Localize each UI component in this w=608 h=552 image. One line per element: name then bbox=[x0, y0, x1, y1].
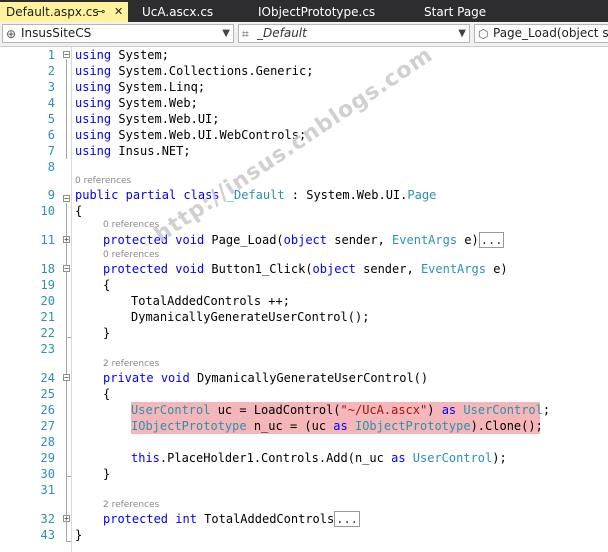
member-dropdown-value: Page_Load(object se bbox=[493, 26, 608, 40]
code-line: 43} bbox=[40, 528, 83, 542]
code-line: 19{ bbox=[40, 278, 111, 292]
codelens-references[interactable]: 2 references bbox=[103, 358, 159, 370]
tab-label: Default.aspx.cs bbox=[6, 5, 99, 19]
chevron-down-icon: ▼ bbox=[222, 28, 230, 39]
code-line: 30} bbox=[40, 467, 111, 481]
code-line: 31 bbox=[40, 483, 55, 497]
tab-start-page[interactable]: Start Page bbox=[424, 2, 486, 22]
code-line: 4 using System.Web; bbox=[47, 96, 198, 110]
code-line: 9 public partial class _Default : System.… bbox=[47, 188, 437, 202]
code-line-highlighted: 26 UserControl uc = LoadControl("~/UcA.as… bbox=[40, 402, 551, 418]
tab-default-aspx-cs[interactable]: Default.aspx.cs ⊸ ✕ bbox=[0, 2, 128, 22]
code-line: 1 using System; bbox=[47, 48, 169, 62]
method-icon: ⬡ bbox=[478, 27, 489, 41]
code-line: 20 TotalAddedControls ++; bbox=[40, 294, 290, 308]
tab-uca-ascx-cs[interactable]: UcA.ascx.cs bbox=[142, 2, 213, 22]
close-icon[interactable]: ✕ bbox=[114, 2, 123, 22]
code-line: 24 private void DymanicallyGenerateUserCo… bbox=[40, 371, 429, 385]
code-line: 22} bbox=[40, 326, 111, 340]
code-line: 23 bbox=[40, 342, 55, 356]
code-line: 8 bbox=[47, 160, 55, 174]
code-editor[interactable]: − − + − − + 1 using System; 2 using System… bbox=[0, 47, 608, 552]
code-line: 32 protected int TotalAddedControls... bbox=[40, 511, 360, 527]
code-line: 2 using System.Collections.Generic; bbox=[47, 64, 314, 78]
code-line: 3 using System.Linq; bbox=[47, 80, 206, 94]
class-icon: ⌗ bbox=[242, 27, 249, 41]
tab-iobjectprototype-cs[interactable]: IObjectPrototype.cs bbox=[258, 2, 375, 22]
code-line-highlighted: 27 IObjectPrototype n_uc = (uc as IObject… bbox=[40, 418, 543, 434]
collapsed-region[interactable]: ... bbox=[334, 511, 360, 527]
project-dropdown[interactable]: ⊕ InsusSiteCS ▼ bbox=[2, 24, 234, 43]
codelens-references[interactable]: 0 references bbox=[103, 249, 159, 261]
class-dropdown[interactable]: ⌗ _Default ▼ bbox=[238, 24, 470, 43]
code-line: 25{ bbox=[40, 387, 111, 401]
chevron-down-icon: ▼ bbox=[458, 28, 466, 39]
pin-icon[interactable]: ⊸ bbox=[96, 2, 105, 22]
code-line: 11 protected void Page_Load(object sender… bbox=[40, 232, 505, 248]
project-dropdown-value: InsusSiteCS bbox=[21, 26, 92, 40]
code-line: 21 DymanicallyGenerateUserControl(); bbox=[40, 310, 370, 324]
document-tab-strip: Default.aspx.cs ⊸ ✕ UcA.ascx.cs IObjectP… bbox=[0, 0, 608, 22]
csharp-project-icon: ⊕ bbox=[6, 27, 17, 41]
codelens-references[interactable]: 2 references bbox=[103, 499, 159, 511]
codelens-references[interactable]: 0 references bbox=[75, 175, 131, 187]
code-line: 29 this.PlaceHolder1.Controls.Add(n_uc as… bbox=[40, 451, 507, 465]
navigation-bar: ⊕ InsusSiteCS ▼ ⌗ _Default ▼ ⬡ Page_Load… bbox=[0, 22, 608, 47]
code-line: 10{ bbox=[40, 204, 83, 218]
code-line: 18 protected void Button1_Click(object se… bbox=[40, 262, 508, 276]
member-dropdown[interactable]: ⬡ Page_Load(object se bbox=[474, 24, 608, 43]
collapsed-region[interactable]: ... bbox=[478, 232, 505, 248]
class-dropdown-value: _Default bbox=[257, 26, 307, 40]
code-line: 28 bbox=[40, 435, 55, 449]
